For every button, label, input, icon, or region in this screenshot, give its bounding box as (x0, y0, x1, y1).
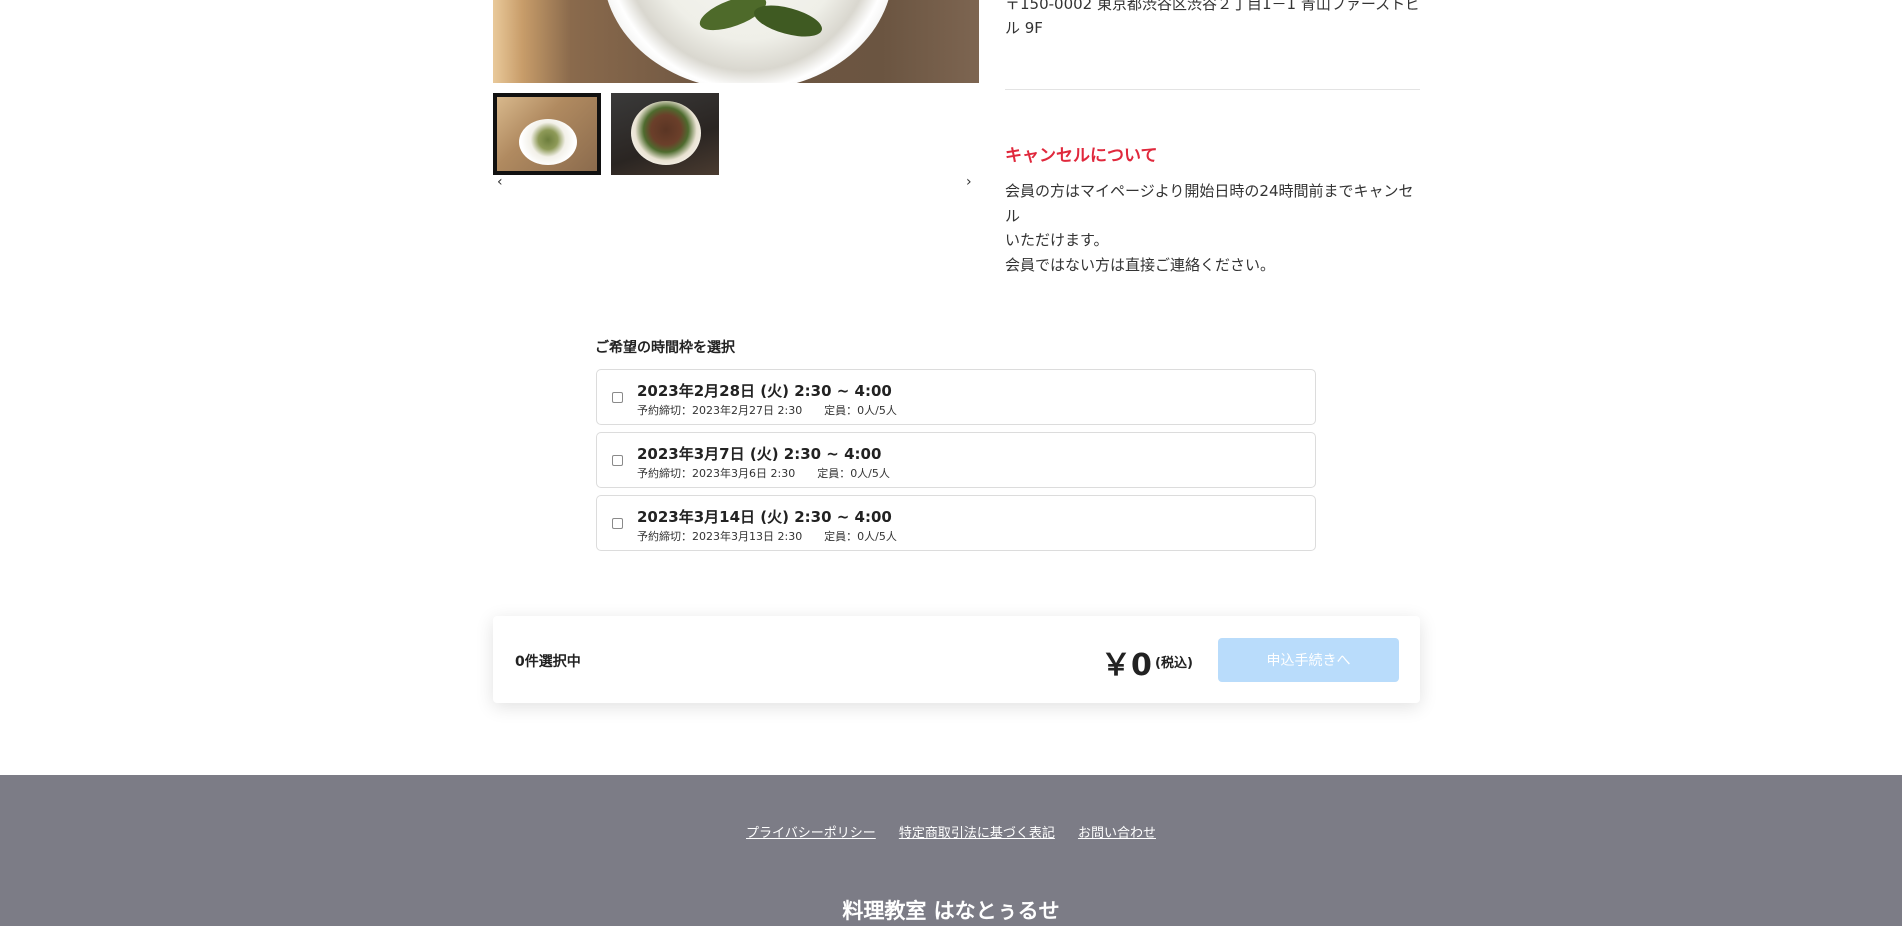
selected-count: 0件選択中 (515, 654, 581, 670)
timeslot-checkbox[interactable] (612, 455, 623, 466)
timeslot-option[interactable]: 2023年3月14日 (火) 2:30 ~ 4:00 予約締切：2023年3月1… (596, 495, 1316, 551)
footer-links: プライバシーポリシー 特定商取引法に基づく表記 お問い合わせ (0, 822, 1902, 841)
gallery-thumbnail-2[interactable] (611, 93, 719, 175)
timeslot-date: 2023年3月14日 (火) 2:30 ~ 4:00 (637, 508, 892, 526)
privacy-policy-link[interactable]: プライバシーポリシー (746, 826, 876, 841)
thumbnail-dish-image (519, 119, 577, 165)
cancel-policy-text: 会員の方はマイページより開始日時の24時間前までキャンセル いただけます。 会員… (1005, 179, 1420, 277)
timeslot-date: 2023年2月28日 (火) 2:30 ~ 4:00 (637, 382, 892, 400)
timeslot-heading: ご希望の時間枠を選択 (595, 340, 735, 356)
tax-included-label: (税込) (1155, 656, 1193, 671)
timeslot-checkbox[interactable] (612, 392, 623, 403)
cancel-policy-line: いただけます。 (1005, 231, 1109, 249)
address-line: ル 9F (1005, 19, 1043, 37)
main-course-photo (493, 0, 979, 83)
timeslot-option[interactable]: 2023年3月7日 (火) 2:30 ~ 4:00 予約締切：2023年3月6日… (596, 432, 1316, 488)
timeslot-checkbox[interactable] (612, 518, 623, 529)
total-price: ￥0 (1101, 648, 1152, 683)
order-summary-bar: 0件選択中 ￥0 (税込) 申込手続きへ (493, 616, 1420, 703)
gallery-thumbnail-1[interactable] (493, 93, 601, 175)
timeslot-meta: 予約締切：2023年2月27日 2:30 定員：0人/5人 (637, 404, 897, 417)
address-line: 〒150-0002 東京都渋谷区渋谷２丁目1－1 青山ファーストビ (1005, 0, 1421, 13)
site-brand-name[interactable]: 料理教室 はなとぅるせ (0, 895, 1902, 925)
cancel-policy-line: 会員の方はマイページより開始日時の24時間前までキャンセル (1005, 182, 1414, 225)
rice-bowl-illustration (603, 0, 893, 83)
apply-button[interactable]: 申込手続きへ (1218, 638, 1399, 682)
timeslot-date: 2023年3月7日 (火) 2:30 ~ 4:00 (637, 445, 882, 463)
timeslot-meta: 予約締切：2023年3月13日 2:30 定員：0人/5人 (637, 530, 897, 543)
contact-link[interactable]: お問い合わせ (1078, 826, 1156, 841)
cancel-policy-line: 会員ではない方は直接ご連絡ください。 (1005, 255, 1276, 274)
timeslot-option[interactable]: 2023年2月28日 (火) 2:30 ~ 4:00 予約締切：2023年2月2… (596, 369, 1316, 425)
greens-garnish (750, 0, 826, 43)
site-footer: プライバシーポリシー 特定商取引法に基づく表記 お問い合わせ 料理教室 はなとぅ… (0, 775, 1902, 926)
section-divider (1005, 89, 1420, 90)
commercial-law-link[interactable]: 特定商取引法に基づく表記 (899, 826, 1055, 841)
chevron-right-icon[interactable]: › (966, 174, 972, 190)
chevron-left-icon[interactable]: ‹ (497, 174, 503, 190)
cancel-policy-heading: キャンセルについて (1005, 146, 1158, 166)
venue-address: 〒150-0002 東京都渋谷区渋谷２丁目1－1 青山ファーストビ ル 9F (1005, 0, 1425, 40)
timeslot-meta: 予約締切：2023年3月6日 2:30 定員：0人/5人 (637, 467, 890, 480)
thumbnail-dish-image (631, 101, 701, 165)
